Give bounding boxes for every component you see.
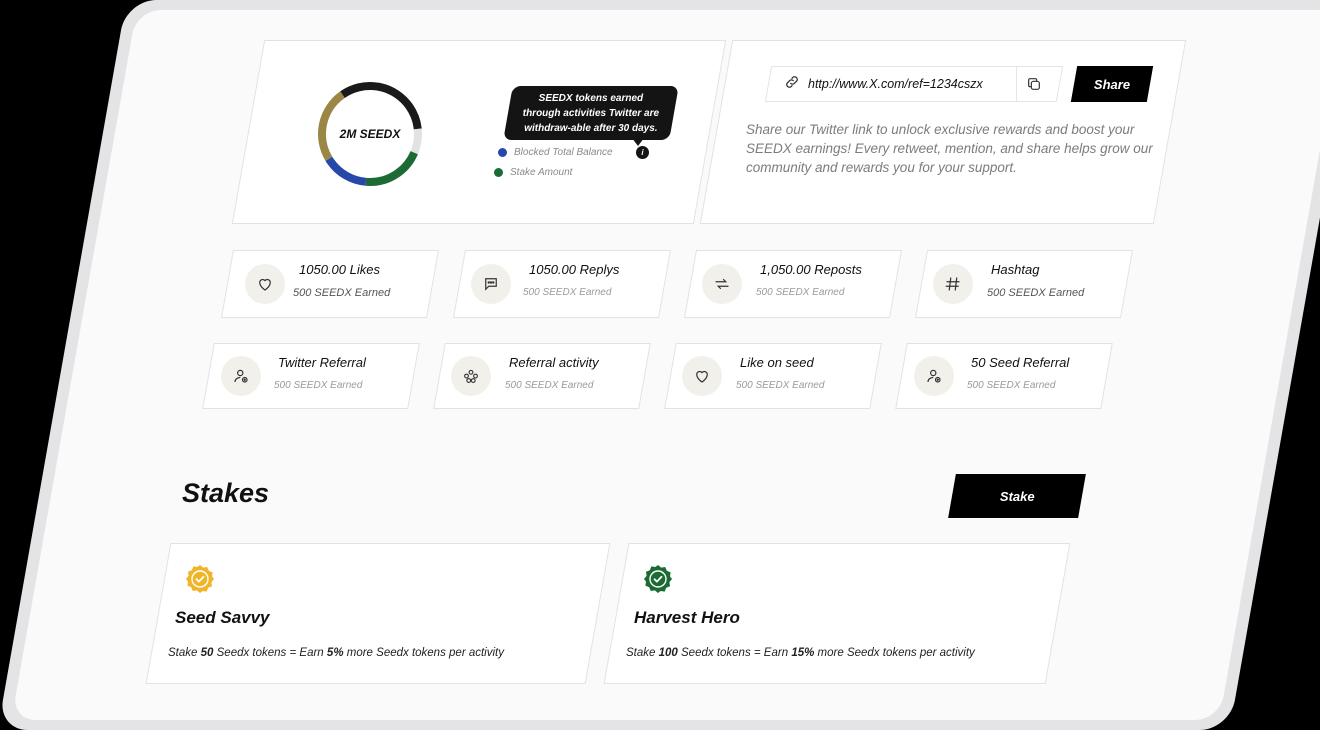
plan-percent: 15% [791,647,815,659]
plan-tail-text: more Seedx tokens per activity [346,647,504,659]
plan-amount: 50 [200,647,214,659]
referral-link-box [764,66,1064,102]
referral-link-input[interactable] [808,77,1016,91]
legend-dot-green [494,168,503,177]
stat-subtitle: 500 SEEDX Earned [505,380,594,391]
stat-card-like-on-seed: Like on seed 500 SEEDX Earned [664,343,882,409]
stat-subtitle: 500 SEEDX Earned [274,380,363,391]
stat-title: Like on seed [740,355,814,370]
plan-stake-word: Stake [168,647,198,659]
legend-label: Stake Amount [510,167,573,178]
legend-stake-amount: Stake Amount [494,167,572,178]
plan-tail-text: more Seedx tokens per activity [817,647,975,659]
plan-description: Stake 50 Seedx tokens = Earn 5% more See… [168,647,504,659]
stat-title: 50 Seed Referral [971,355,1070,370]
plan-card-harvest-hero[interactable]: Harvest Hero Stake 100 Seedx tokens = Ea… [603,543,1071,684]
share-button-label: Share [1093,76,1131,92]
legend-label: Blocked Total Balance [514,147,613,158]
stat-subtitle: 500 SEEDX Earned [987,287,1085,299]
stat-card-hashtag: Hashtag 500 SEEDX Earned [915,250,1133,318]
green-badge-icon [644,565,672,593]
stat-title: 1050.00 Replys [529,262,620,277]
stat-subtitle: 500 SEEDX Earned [756,287,845,298]
plan-amount: 100 [658,647,678,659]
stat-subtitle: 500 SEEDX Earned [967,380,1056,391]
repost-icon [702,264,742,304]
chat-icon [471,264,511,304]
plan-mid-text: Seedx tokens = Earn [216,647,324,659]
user-add-icon [914,356,954,396]
stat-title: Hashtag [991,262,1040,277]
stake-button[interactable]: Stake [948,474,1086,518]
stat-card-referral-activity: Referral activity 500 SEEDX Earned [433,343,651,409]
info-icon[interactable]: i [636,146,649,159]
user-add-icon [221,356,261,396]
plan-stake-word: Stake [626,647,656,659]
stat-title: 1,050.00 Reposts [760,262,862,277]
stakes-heading: Stakes [182,478,270,508]
donut-total-label: 2M SEEDX [339,127,401,141]
legend-blocked-balance: Blocked Total Balance [498,147,613,158]
hashtag-icon [933,264,973,304]
stat-card-seed-referral: 50 Seed Referral 500 SEEDX Earned [895,343,1113,409]
plan-percent: 5% [326,647,344,659]
share-card: Share Share our Twitter link to unlock e… [699,40,1187,224]
stat-title: Twitter Referral [278,355,366,370]
stat-subtitle: 500 SEEDX Earned [736,380,825,391]
plan-name: Seed Savvy [175,608,270,627]
stake-button-label: Stake [999,488,1035,504]
share-description: Share our Twitter link to unlock exclusi… [746,122,1153,175]
share-button[interactable]: Share [1070,66,1154,102]
plan-card-seed-savvy[interactable]: Seed Savvy Stake 50 Seedx tokens = Earn … [145,543,611,684]
plan-description: Stake 100 Seedx tokens = Earn 15% more S… [626,647,975,659]
withdraw-tooltip: SEEDX tokens earned through activities T… [503,86,679,140]
stat-subtitle: 500 SEEDX Earned [523,287,612,298]
plan-mid-text: Seedx tokens = Earn [681,647,789,659]
stat-card-twitter-referral: Twitter Referral 500 SEEDX Earned [202,343,420,409]
tooltip-tail [632,138,644,146]
heart-icon [245,264,285,304]
stat-card-likes: 1050.00 Likes 500 SEEDX Earned [221,250,439,318]
stat-subtitle: 500 SEEDX Earned [293,287,391,299]
stat-card-reposts: 1,050.00 Reposts 500 SEEDX Earned [684,250,902,318]
plan-name: Harvest Hero [634,608,740,627]
stat-title: Referral activity [509,355,599,370]
heart-icon [682,356,722,396]
balance-card: 2M SEEDX SEEDX tokens earned through act… [231,40,727,224]
group-icon [451,356,491,396]
link-icon [784,74,800,95]
stat-title: 1050.00 Likes [299,262,380,277]
legend-dot-blue [498,148,507,157]
dashboard-content: 2M SEEDX SEEDX tokens earned through act… [0,0,1320,730]
copy-icon[interactable] [1016,67,1050,101]
tooltip-text: SEEDX tokens earned through activities T… [522,92,660,134]
stat-card-replys: 1050.00 Replys 500 SEEDX Earned [453,250,671,318]
gold-badge-icon [186,565,214,593]
